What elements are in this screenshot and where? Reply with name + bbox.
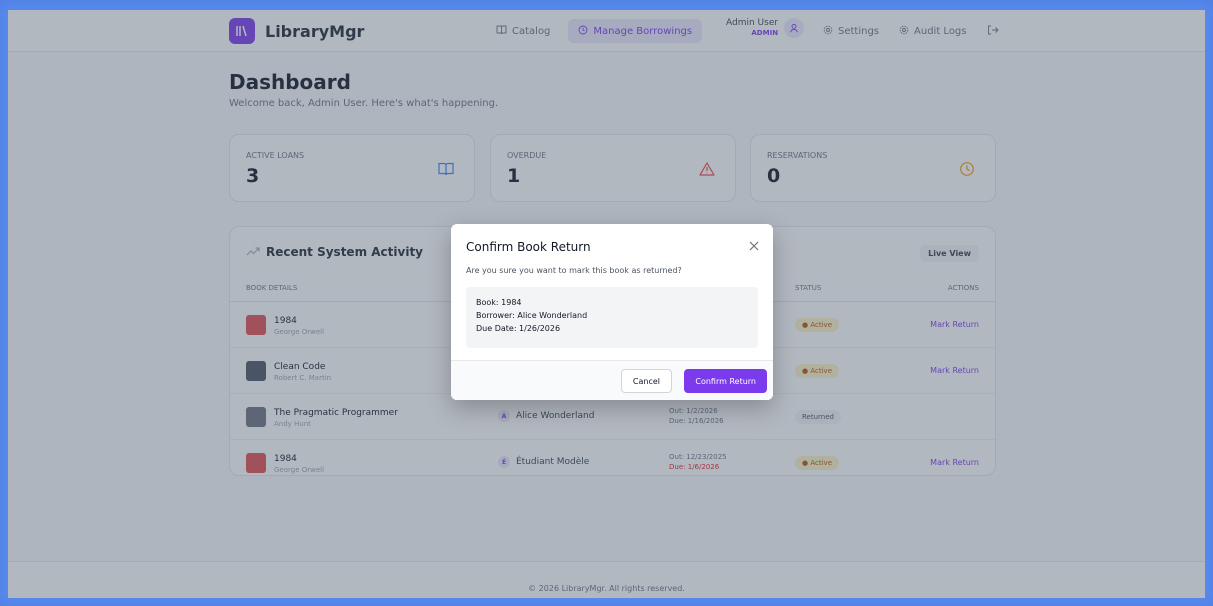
dialog-footer: Cancel Confirm Return [451, 360, 773, 400]
detail-due-date: Due Date: 1/26/2026 [476, 324, 561, 333]
confirm-return-dialog: Confirm Book Return Are you sure you wan… [451, 224, 773, 400]
confirm-return-button[interactable]: Confirm Return [684, 369, 767, 393]
browser-viewport: LibraryMgr Catalog Manage Borrowings Adm… [8, 10, 1205, 598]
loan-details-box: Book: 1984 Borrower: Alice Wonderland Du… [466, 287, 758, 348]
dialog-description: Are you sure you want to mark this book … [466, 266, 682, 275]
close-icon[interactable] [747, 238, 761, 252]
dialog-title: Confirm Book Return [466, 240, 591, 254]
cancel-button[interactable]: Cancel [620, 369, 672, 393]
detail-borrower: Borrower: Alice Wonderland [476, 311, 588, 320]
detail-book: Book: 1984 [476, 298, 522, 307]
